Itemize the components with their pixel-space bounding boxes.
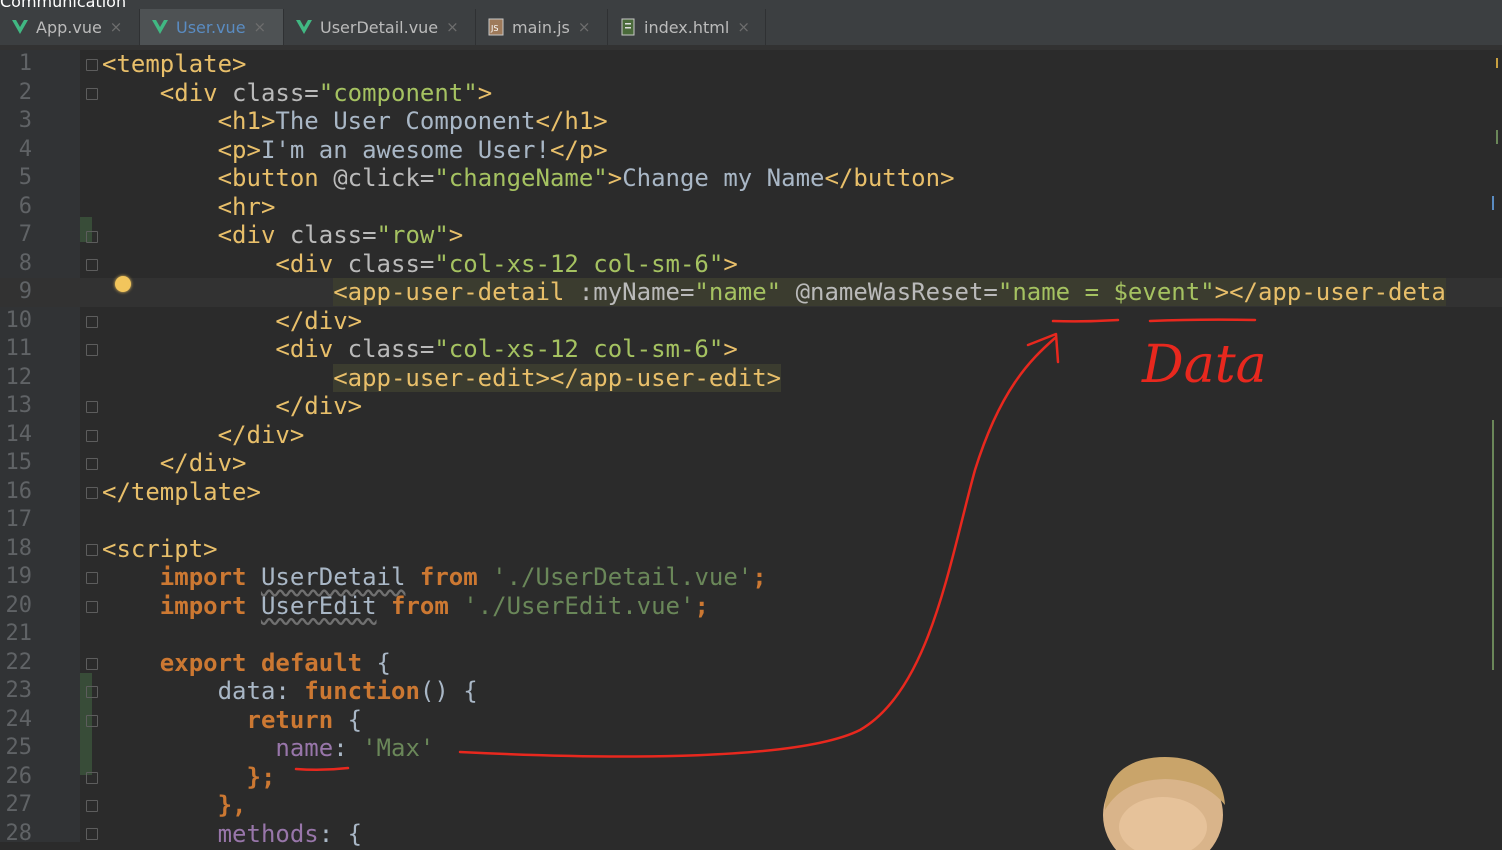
underline-name	[1051, 318, 1120, 323]
underline-event	[1148, 318, 1257, 323]
handwritten-label: Data	[1141, 335, 1267, 395]
handwritten-annotation: Data	[294, 318, 1267, 772]
arrow-line	[458, 336, 1057, 758]
instructor-video-overlay	[1103, 757, 1225, 850]
underline-data-prop	[294, 766, 350, 772]
